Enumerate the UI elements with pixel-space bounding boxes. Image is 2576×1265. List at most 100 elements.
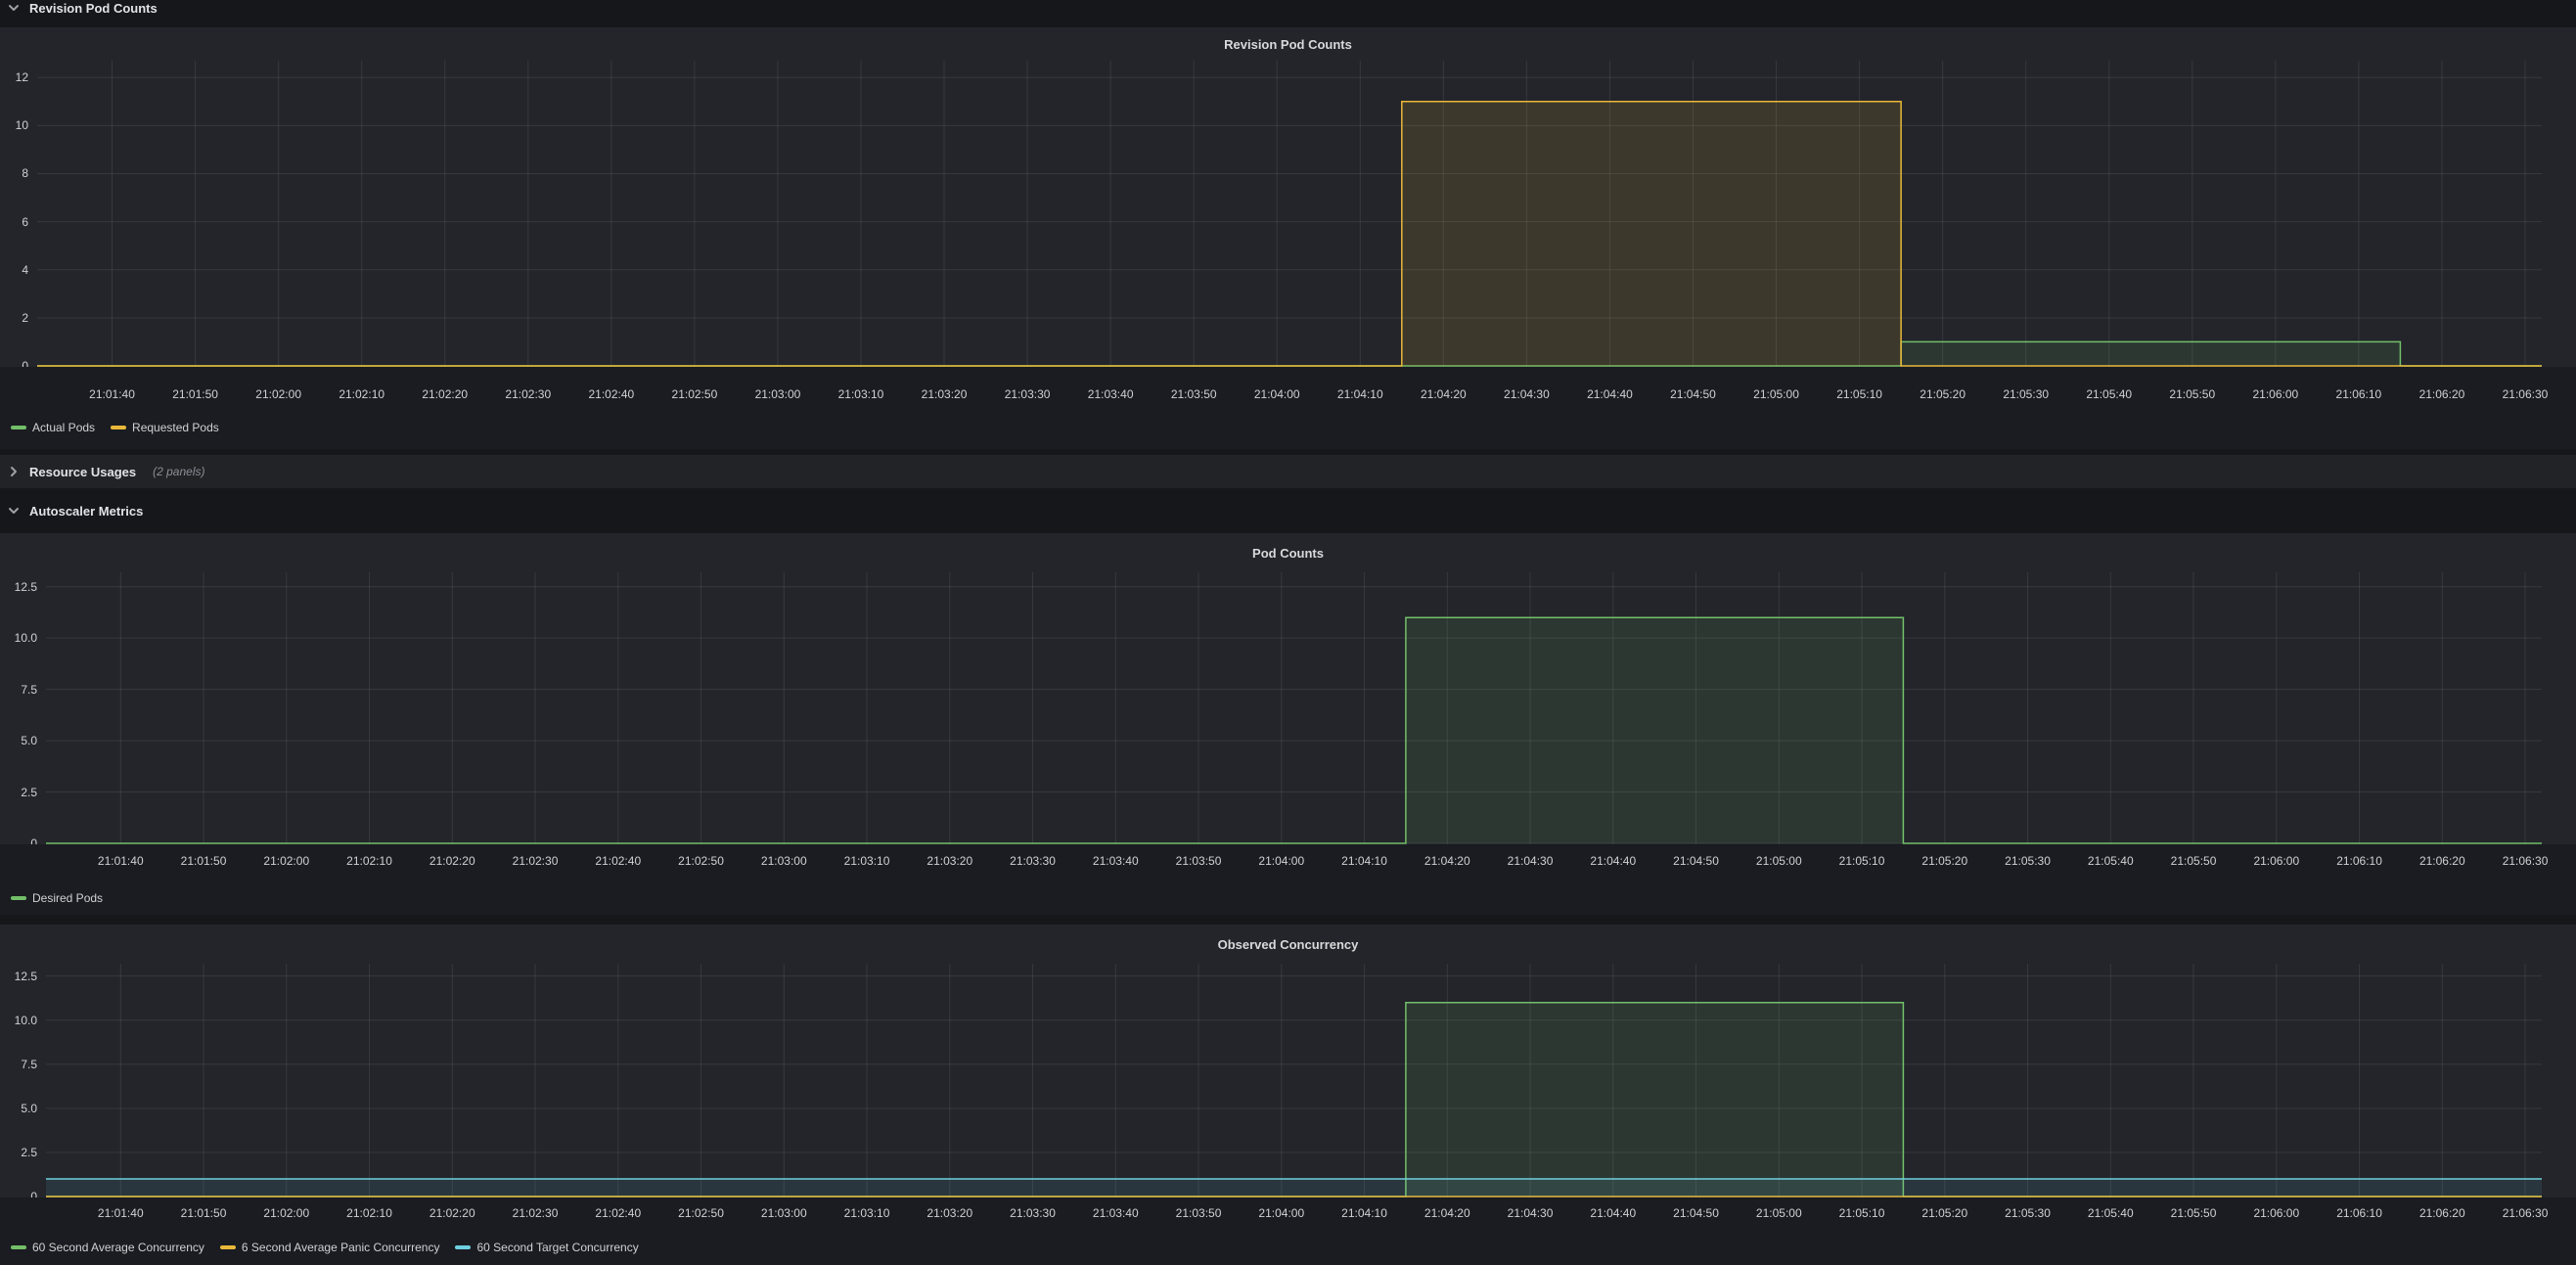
x-axis-tick-label: 21:04:50 <box>1673 854 1719 868</box>
legend-series-label: 60 Second Average Concurrency <box>32 1241 204 1254</box>
y-axis-tick-label: 12.5 <box>15 970 37 983</box>
x-axis-tick-label: 21:05:40 <box>2086 387 2132 401</box>
legend-series-label: 60 Second Target Concurrency <box>476 1241 638 1254</box>
series-line-requested-pods <box>37 102 2542 366</box>
x-axis-tick-label: 21:04:50 <box>1670 387 1716 401</box>
legend: Desired Pods <box>0 881 2576 915</box>
x-axis-tick-label: 21:04:20 <box>1424 1206 1470 1220</box>
x-axis-tick-label: 21:03:50 <box>1176 1206 1222 1220</box>
legend-series-label: Requested Pods <box>132 421 219 434</box>
x-axis-tick-label: 21:04:30 <box>1508 854 1554 868</box>
x-axis-tick-label: 21:04:00 <box>1258 1206 1304 1220</box>
x-axis-tick-label: 21:05:20 <box>1920 387 1966 401</box>
y-axis-tick-label: 10 <box>16 118 28 132</box>
legend-item-60-second-target-concurrency[interactable]: 60 Second Target Concurrency <box>455 1241 638 1254</box>
plot-area[interactable] <box>37 61 2542 367</box>
x-axis-tick-label: 21:01:40 <box>98 1206 144 1220</box>
plot-area[interactable] <box>46 572 2542 844</box>
legend-item-60-second-average-concurrency[interactable]: 60 Second Average Concurrency <box>11 1241 204 1254</box>
x-axis-tick-label: 21:02:10 <box>339 387 384 401</box>
x-axis-tick-label: 21:02:50 <box>678 1206 724 1220</box>
legend-series-dash-icon <box>455 1245 471 1249</box>
row-header-revision-pod-counts[interactable]: Revision Pod Counts <box>0 0 2576 21</box>
x-axis-tick-label: 21:05:30 <box>2003 387 2049 401</box>
series-line-60-second-average-concurrency <box>46 1003 2542 1197</box>
series-fill-60-second-target-concurrency <box>46 1179 2542 1197</box>
x-axis-tick-label: 21:03:10 <box>844 1206 890 1220</box>
x-axis-tick-label: 21:06:00 <box>2253 1206 2299 1220</box>
x-axis-tick-label: 21:06:10 <box>2336 854 2382 868</box>
plot-container <box>37 61 2542 367</box>
x-axis-tick-label: 21:02:50 <box>678 854 724 868</box>
x-axis-tick-label: 21:02:00 <box>255 387 301 401</box>
legend: 60 Second Average Concurrency 6 Second Av… <box>0 1229 2576 1265</box>
x-axis-tick-label: 21:04:40 <box>1590 1206 1636 1220</box>
x-axis-tick-label: 21:04:30 <box>1508 1206 1554 1220</box>
x-axis-tick-label: 21:02:10 <box>346 1206 392 1220</box>
x-axis-tick-label: 21:03:20 <box>926 1206 972 1220</box>
x-axis-tick-label: 21:02:40 <box>595 854 641 868</box>
x-axis-tick-label: 21:05:50 <box>2171 854 2217 868</box>
legend-series-dash-icon <box>11 1245 26 1249</box>
series-fill-desired-pods <box>46 617 2542 843</box>
x-axis-tick-label: 21:02:20 <box>422 387 468 401</box>
panel-count-note: (2 panels) <box>153 465 204 478</box>
x-axis-tick-label: 21:02:20 <box>429 854 475 868</box>
x-axis-tick-label: 21:06:20 <box>2419 1206 2465 1220</box>
row-header-resource-usages[interactable]: Resource Usages (2 panels) <box>0 455 2576 488</box>
x-axis: 21:01:4021:01:5021:02:0021:02:1021:02:20… <box>0 367 2576 406</box>
x-axis-tick-label: 21:05:40 <box>2088 854 2134 868</box>
x-axis-tick-label: 21:02:50 <box>672 387 718 401</box>
y-axis: 121086420 <box>0 61 37 367</box>
legend-series-label: Actual Pods <box>32 421 95 434</box>
y-axis-tick-label: 4 <box>22 263 28 277</box>
x-axis-tick-label: 21:06:00 <box>2252 387 2298 401</box>
x-axis-tick-label: 21:02:40 <box>595 1206 641 1220</box>
legend-item-requested-pods[interactable]: Requested Pods <box>111 421 219 434</box>
y-axis: 12.510.07.55.02.50 <box>0 572 46 844</box>
x-axis-tick-label: 21:04:10 <box>1341 1206 1387 1220</box>
series-line-desired-pods <box>46 617 2542 843</box>
panel-title[interactable]: Observed Concurrency <box>0 925 2576 964</box>
legend-item-actual-pods[interactable]: Actual Pods <box>11 421 95 434</box>
x-axis: 21:01:4021:01:5021:02:0021:02:1021:02:20… <box>0 1197 2576 1229</box>
row-header-label: Autoscaler Metrics <box>29 504 143 519</box>
chevron-down-icon <box>7 1 21 15</box>
x-axis-tick-label: 21:03:40 <box>1088 387 1134 401</box>
y-axis-tick-label: 5.0 <box>21 734 37 747</box>
y-axis-tick-label: 5.0 <box>21 1102 37 1115</box>
legend-item-desired-pods[interactable]: Desired Pods <box>11 891 103 905</box>
y-axis-tick-label: 12 <box>16 70 28 84</box>
row-header-autoscaler-metrics[interactable]: Autoscaler Metrics <box>0 496 2576 525</box>
series-fill-requested-pods <box>37 102 2542 366</box>
legend-series-dash-icon <box>220 1245 236 1249</box>
legend-item-6-second-average-panic-concurrency[interactable]: 6 Second Average Panic Concurrency <box>220 1241 440 1254</box>
x-axis-tick-label: 21:03:30 <box>1010 1206 1056 1220</box>
x-axis-tick-label: 21:03:10 <box>838 387 884 401</box>
x-axis-tick-label: 21:01:40 <box>89 387 135 401</box>
x-axis-tick-label: 21:04:00 <box>1258 854 1304 868</box>
x-axis-tick-label: 21:03:10 <box>844 854 890 868</box>
x-axis-tick-label: 21:02:30 <box>513 1206 559 1220</box>
x-axis-tick-label: 21:06:10 <box>2336 1206 2382 1220</box>
x-axis: 21:01:4021:01:5021:02:0021:02:1021:02:20… <box>0 844 2576 881</box>
chevron-down-icon <box>7 504 21 518</box>
chevron-right-icon <box>7 465 21 478</box>
panel-title[interactable]: Pod Counts <box>0 533 2576 572</box>
x-axis-tick-label: 21:06:10 <box>2336 387 2382 401</box>
x-axis-tick-label: 21:06:30 <box>2503 1206 2549 1220</box>
x-axis-tick-label: 21:04:10 <box>1341 854 1387 868</box>
legend-series-dash-icon <box>11 426 26 429</box>
plot-container <box>46 572 2542 844</box>
y-axis-tick-label: 6 <box>22 215 28 229</box>
x-axis-tick-label: 21:05:00 <box>1756 1206 1802 1220</box>
plot-area[interactable] <box>46 964 2542 1197</box>
panel-title[interactable]: Revision Pod Counts <box>0 27 2576 61</box>
legend: Actual Pods Requested Pods <box>0 406 2576 449</box>
y-axis-tick-label: 8 <box>22 166 28 180</box>
x-axis-tick-label: 21:02:30 <box>505 387 551 401</box>
y-axis-tick-label: 7.5 <box>21 1058 37 1071</box>
x-axis-tick-label: 21:03:30 <box>1010 854 1056 868</box>
x-axis-tick-label: 21:05:10 <box>1839 854 1885 868</box>
x-axis-tick-label: 21:05:20 <box>1921 854 1967 868</box>
